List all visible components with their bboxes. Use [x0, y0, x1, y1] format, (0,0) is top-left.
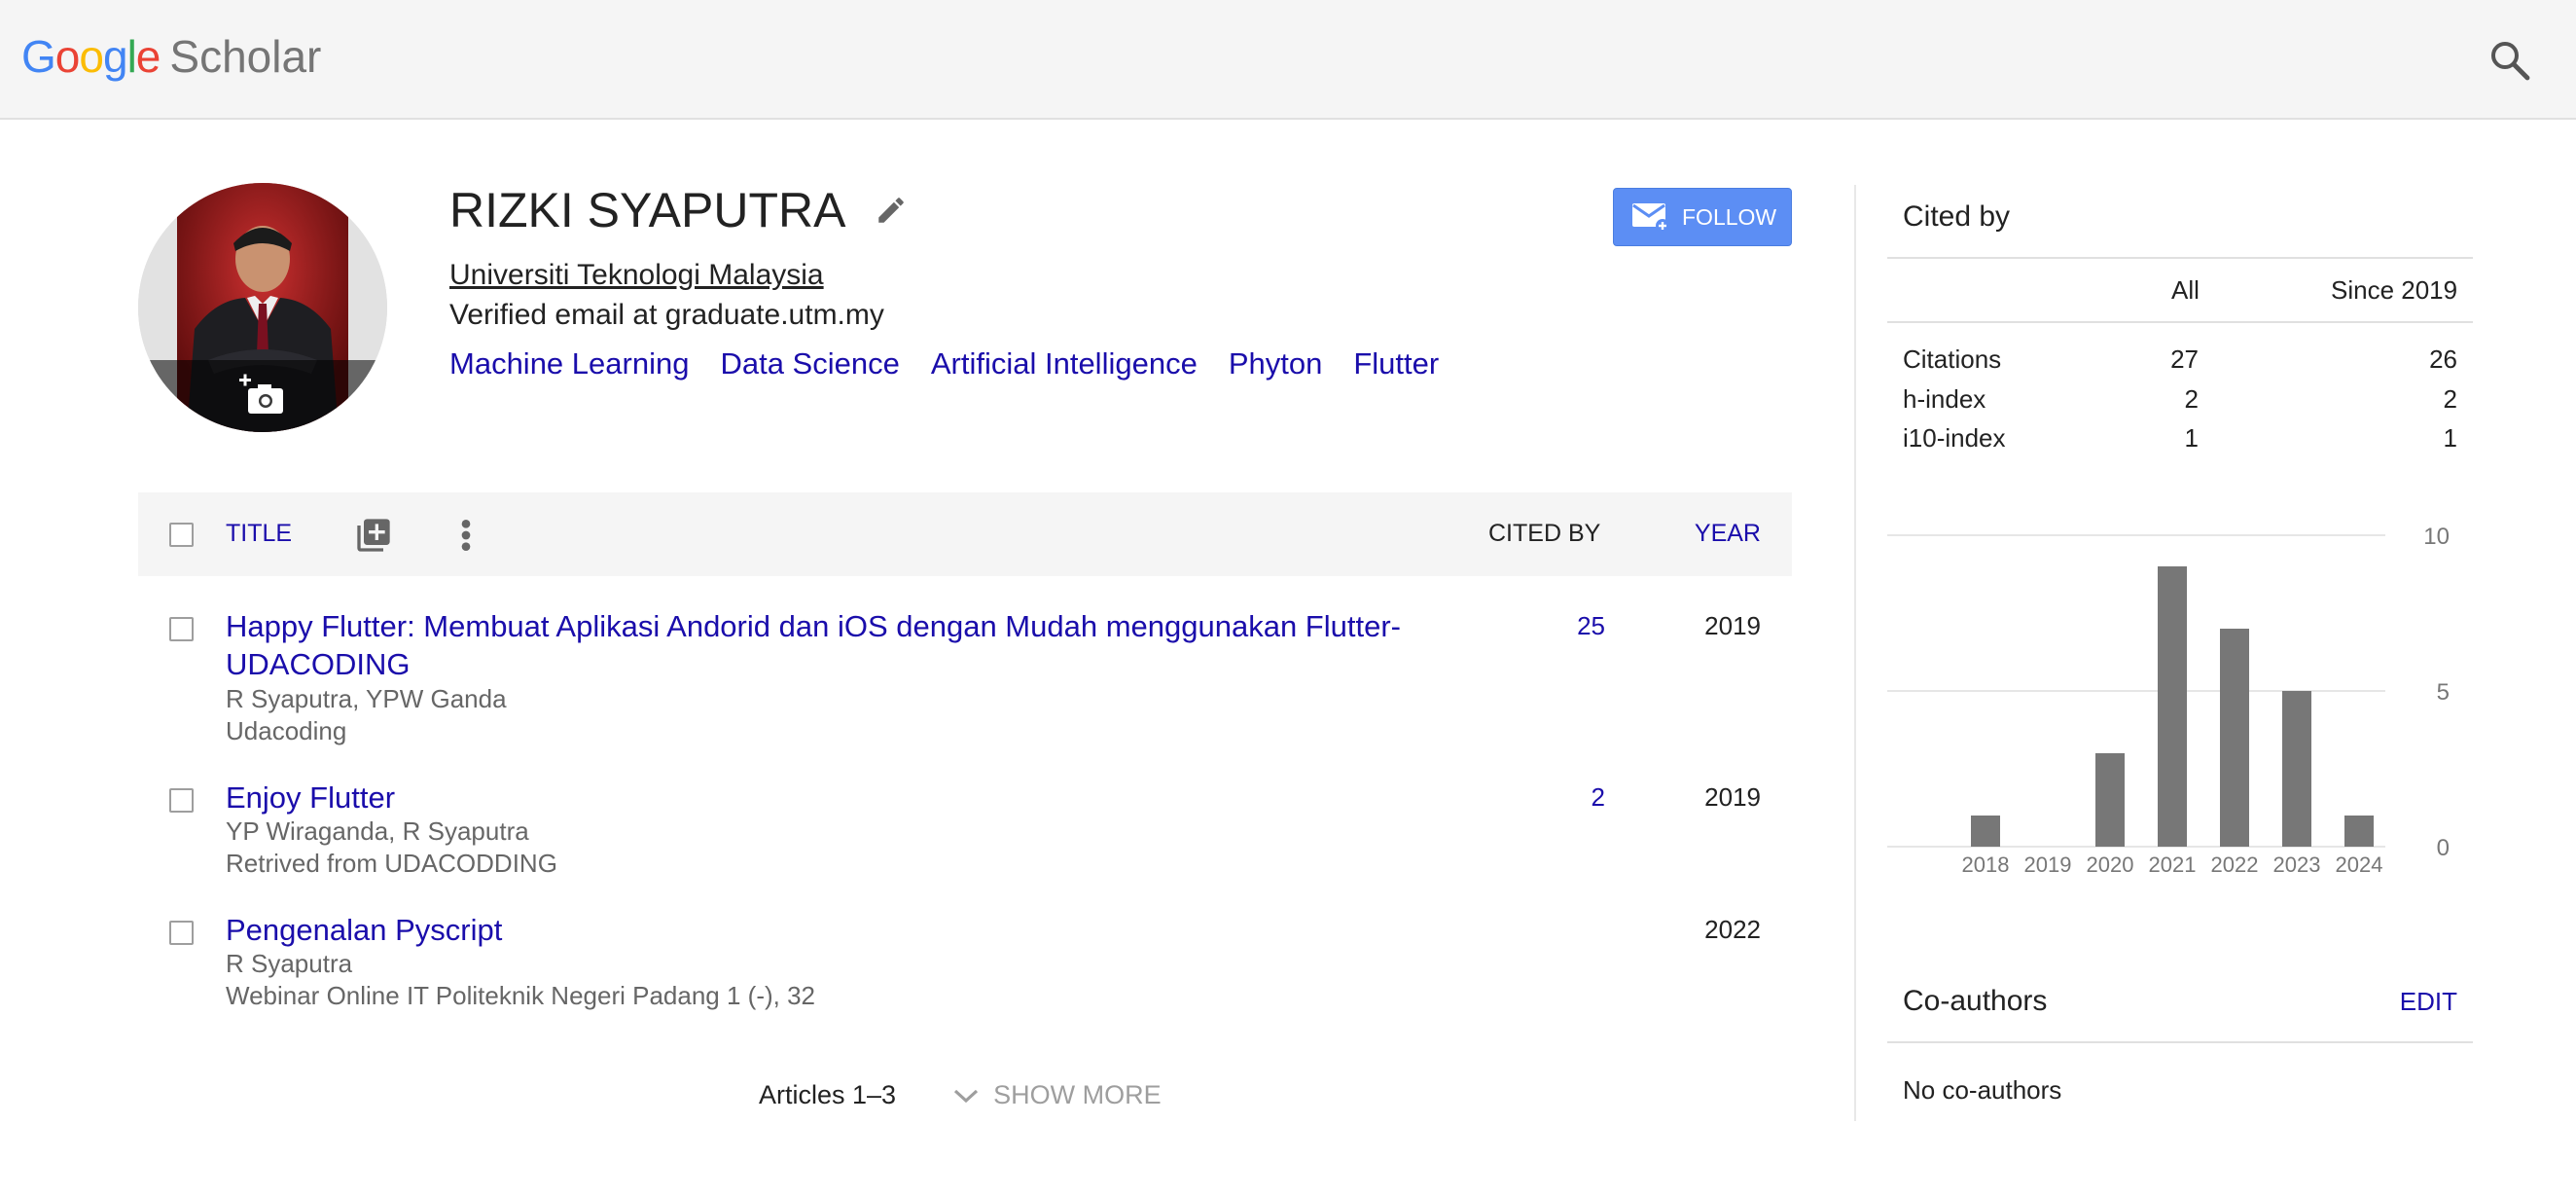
chart-y-tick-label: 5	[2437, 679, 2450, 706]
article-venue: Udacoding	[226, 716, 347, 745]
chart-x-tick-label: 2023	[2273, 852, 2321, 877]
profile-name-row: RIZKI SYAPUTRA	[449, 181, 908, 239]
add-to-library-icon[interactable]	[354, 516, 393, 555]
divider	[1887, 257, 2473, 259]
verified-email: Verified email at graduate.utm.my	[449, 299, 884, 331]
chart-x-tick-label: 2022	[2211, 852, 2259, 877]
affiliation-link[interactable]: Universiti Teknologi Malaysia	[449, 259, 824, 292]
article-title-link[interactable]: Pengenalan Pyscript	[226, 911, 1490, 949]
search-button[interactable]	[2487, 37, 2533, 84]
sort-by-year[interactable]: YEAR	[1695, 520, 1761, 548]
chart-x-tick-label: 2018	[1962, 852, 2010, 877]
articles-footer: Articles 1–3 SHOW MORE	[759, 1080, 1162, 1110]
table-row: Happy Flutter: Membuat Aplikasi Andorid …	[138, 607, 1792, 753]
logo-letter: o	[79, 31, 104, 82]
select-all-checkbox[interactable]	[169, 523, 194, 547]
row-checkbox[interactable]	[169, 921, 194, 945]
citations-bar-chart: 0 5 10 2018 2019 2020 2021 2022 2023 2024	[1887, 524, 2450, 877]
chart-bar[interactable]	[2158, 566, 2187, 847]
article-venue: Retrived from UDACODDING	[226, 849, 557, 878]
search-icon	[2491, 42, 2530, 81]
stat-h-index-since: 2	[2443, 384, 2457, 414]
co-authors-edit-button[interactable]: EDIT	[2400, 987, 2457, 1017]
mail-icon	[1632, 203, 1669, 233]
interest-link[interactable]: Data Science	[720, 346, 899, 381]
article-venue: Webinar Online IT Politeknik Negeri Pada…	[226, 981, 816, 1010]
add-photo-icon	[239, 374, 283, 414]
top-bar: Google Scholar	[0, 0, 2576, 120]
cited-by-title: Cited by	[1903, 200, 2011, 233]
interest-link[interactable]: Artificial Intelligence	[931, 346, 1198, 381]
articles-table-header: TITLE CITED BY YEAR	[138, 492, 1792, 576]
follow-button[interactable]: FOLLOW	[1613, 188, 1792, 246]
research-interests: Machine Learning Data Science Artificial…	[449, 346, 1439, 381]
cited-by-column-header: CITED BY	[1488, 520, 1601, 547]
chevron-down-icon	[954, 1089, 979, 1103]
google-scholar-logo[interactable]: Google Scholar	[21, 29, 321, 84]
logo-letter: e	[135, 31, 161, 82]
chart-x-tick-label: 2020	[2087, 852, 2134, 877]
article-year: 2019	[1704, 611, 1761, 640]
interest-link[interactable]: Machine Learning	[449, 346, 689, 381]
articles-count: Articles 1–3	[759, 1080, 897, 1109]
co-authors-title: Co-authors	[1903, 985, 2048, 1017]
table-row: Pengenalan Pyscript R Syaputra Webinar O…	[138, 911, 1792, 1018]
interest-link[interactable]: Flutter	[1353, 346, 1439, 381]
row-checkbox[interactable]	[169, 617, 194, 641]
chart-bar[interactable]	[2095, 753, 2125, 847]
chart-x-tick-label: 2024	[2336, 852, 2383, 877]
logo-letter: g	[102, 31, 128, 82]
chart-bar[interactable]	[2220, 629, 2249, 847]
stat-label-citations: Citations	[1903, 345, 2002, 374]
follow-label: FOLLOW	[1682, 203, 1777, 230]
article-title-link[interactable]: Enjoy Flutter	[226, 779, 1490, 816]
stats-column-all: All	[2171, 275, 2200, 305]
chart-x-tick-label: 2019	[2024, 852, 2072, 877]
panel-divider	[1854, 185, 1856, 1121]
article-authors: R Syaputra	[226, 949, 353, 978]
logo-letter: G	[21, 31, 56, 82]
stat-citations-since: 26	[2429, 345, 2457, 374]
table-row: Enjoy Flutter YP Wiraganda, R Syaputra R…	[138, 779, 1792, 886]
article-authors: R Syaputra, YPW Ganda	[226, 684, 507, 713]
stats-column-since: Since 2019	[2331, 275, 2458, 305]
article-title-link[interactable]: Happy Flutter: Membuat Aplikasi Andorid …	[226, 607, 1490, 683]
divider	[1887, 1041, 2473, 1043]
stat-label-h-index: h-index	[1903, 384, 1986, 414]
logo-word: Scholar	[169, 31, 322, 82]
add-photo-button[interactable]	[238, 373, 287, 417]
chart-y-tick-label: 10	[2423, 524, 2450, 550]
stat-i10-index-since: 1	[2443, 423, 2457, 453]
logo-letter: l	[126, 31, 137, 82]
cited-count-link[interactable]: 25	[1577, 611, 1605, 641]
chart-x-tick-label: 2021	[2149, 852, 2197, 877]
chart-bar[interactable]	[2344, 816, 2374, 847]
article-year: 2019	[1704, 782, 1761, 812]
article-authors: YP Wiraganda, R Syaputra	[226, 816, 529, 846]
stat-h-index-all: 2	[2184, 384, 2199, 414]
interest-link[interactable]: Phyton	[1229, 346, 1323, 381]
stat-i10-index-all: 1	[2184, 423, 2199, 453]
chart-y-tick-label: 0	[2437, 835, 2450, 861]
edit-pencil-icon[interactable]	[875, 194, 908, 227]
stat-label-i10-index: i10-index	[1903, 423, 2006, 453]
article-year: 2022	[1704, 915, 1761, 944]
cited-count-link[interactable]: 2	[1592, 782, 1605, 813]
chart-bar[interactable]	[1971, 816, 2000, 847]
more-vert-icon[interactable]	[456, 516, 476, 555]
show-more-label: SHOW MORE	[993, 1080, 1162, 1109]
stat-citations-all: 27	[2170, 345, 2199, 374]
profile-name: RIZKI SYAPUTRA	[449, 183, 846, 237]
chart-bar[interactable]	[2282, 691, 2311, 847]
show-more-button[interactable]: SHOW MORE	[952, 1080, 1162, 1110]
sort-by-title[interactable]: TITLE	[226, 520, 292, 548]
logo-letter: o	[54, 31, 81, 82]
divider	[1887, 321, 2473, 323]
row-checkbox[interactable]	[169, 788, 194, 813]
no-co-authors-text: No co-authors	[1903, 1075, 2062, 1105]
